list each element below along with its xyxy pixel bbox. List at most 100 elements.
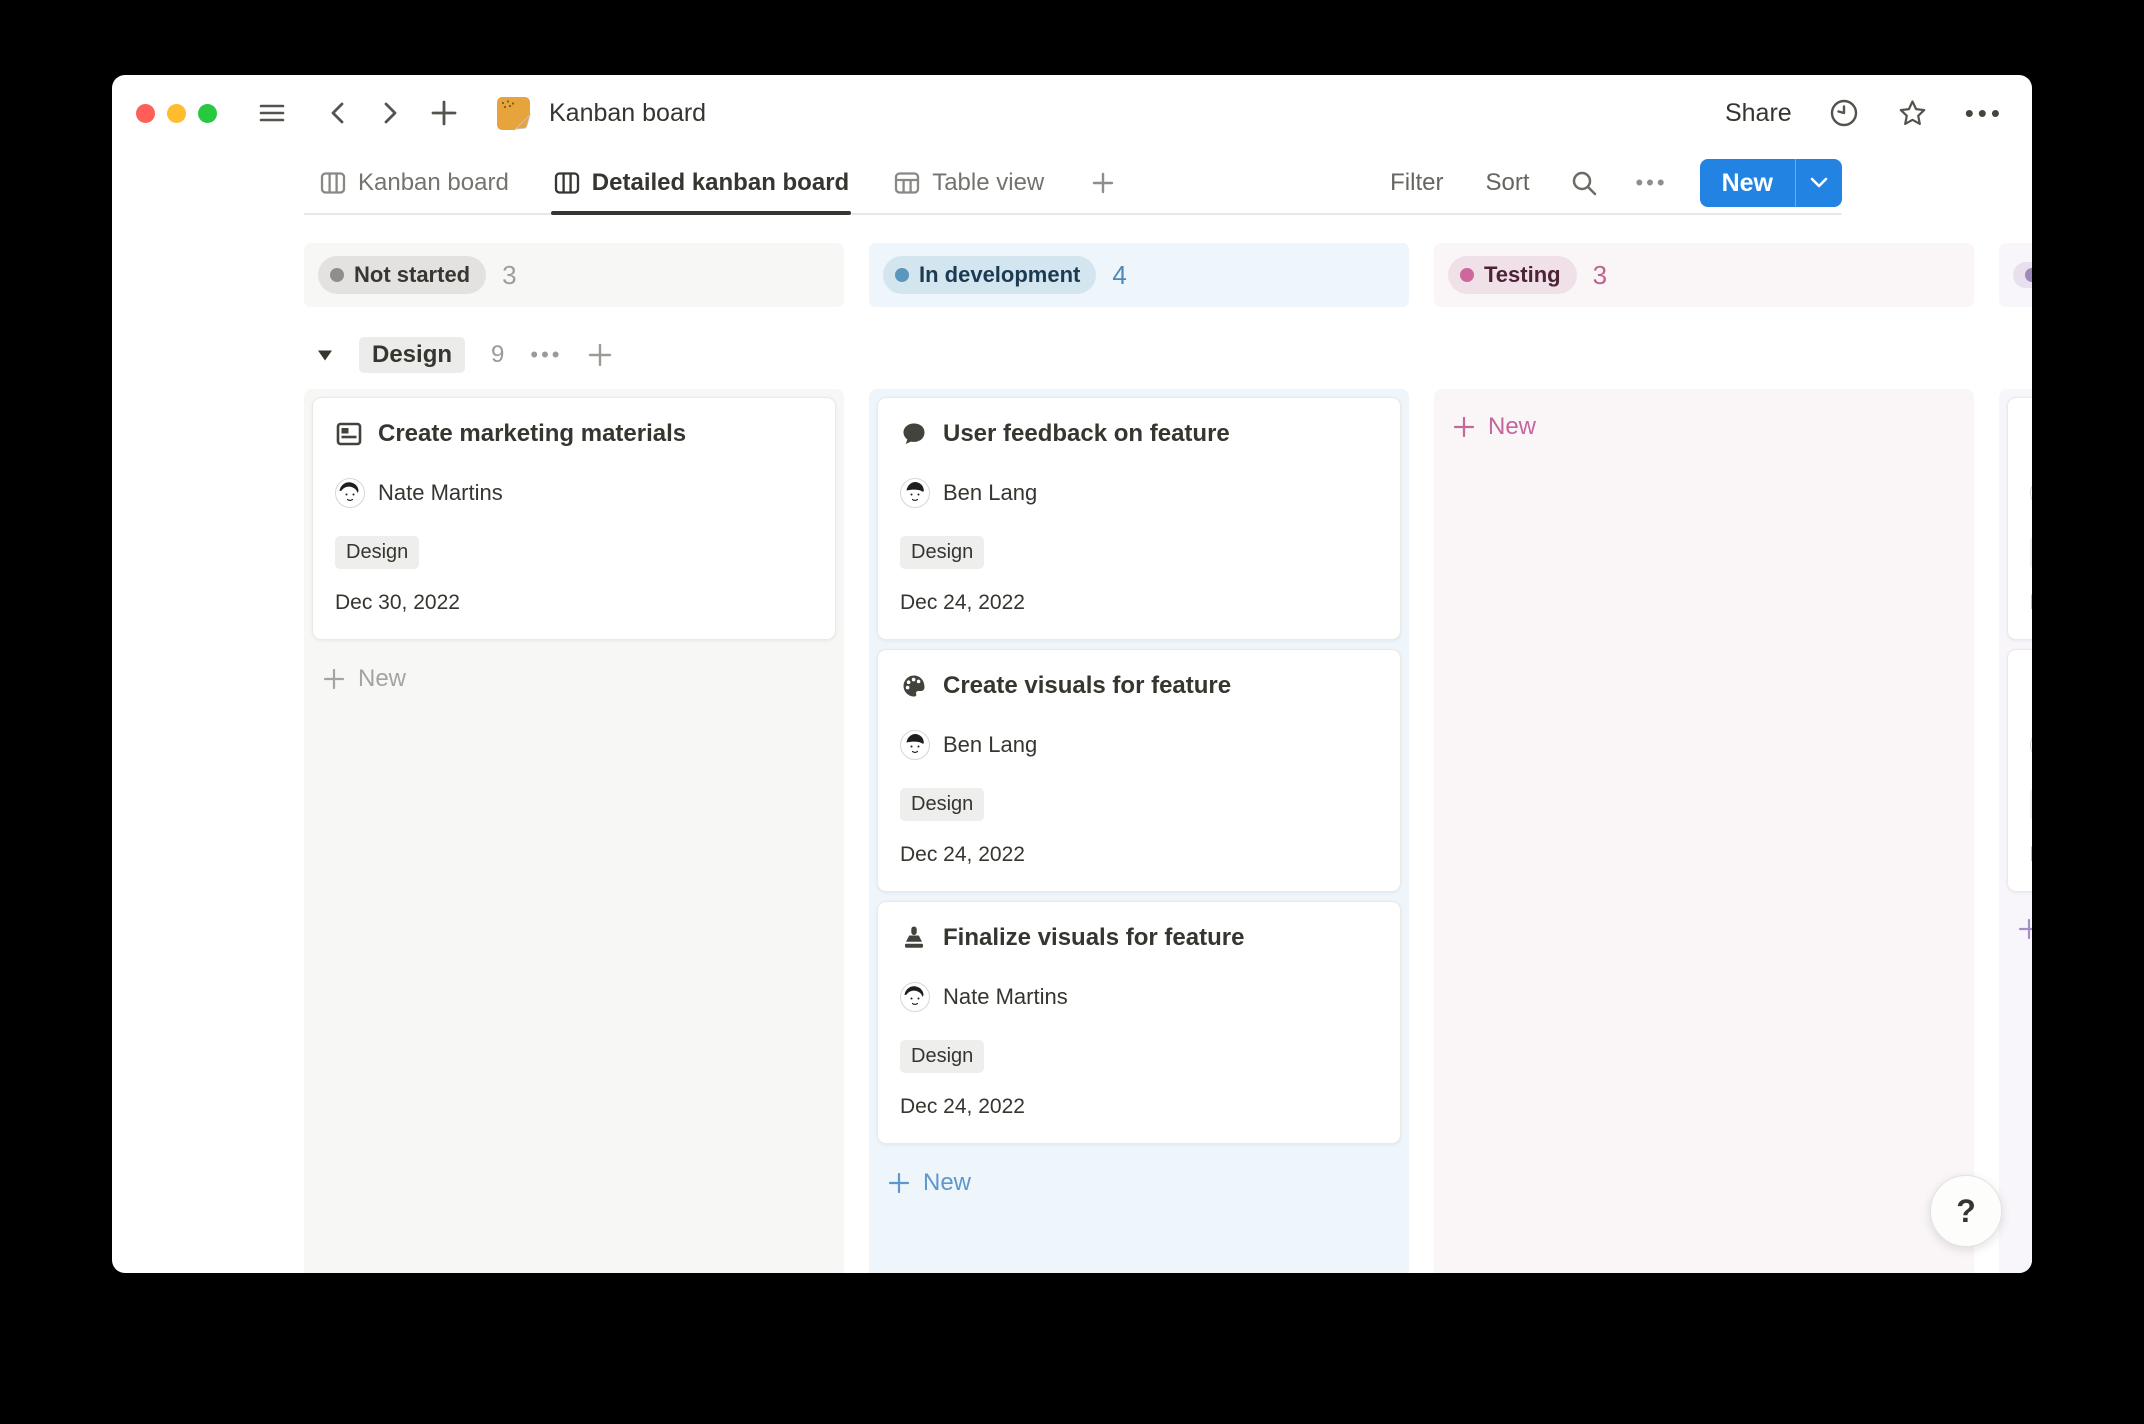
add-card-button[interactable]: New [877,1153,1401,1213]
column-header-partial [1999,243,2032,307]
frame-icon [335,420,363,448]
page-title: Kanban board [549,99,706,128]
column-header-testing: Testing 3 [1434,243,1974,307]
add-card-label: New [358,665,406,693]
view-tab-bar: Kanban board Detailed kanban board Table… [112,151,2032,215]
target-icon [2030,420,2032,448]
card-partial-1[interactable]: D D [2007,397,2032,640]
tag-design: Design [900,536,984,569]
plus-icon [887,1171,911,1195]
speech-bubble-icon [900,420,928,448]
tag-design: Design [900,788,984,821]
tab-detailed-kanban-board[interactable]: Detailed kanban board [553,151,849,215]
plus-icon [2017,917,2032,941]
palette-icon [900,672,928,700]
card-date: Dec 30, 2022 [335,591,813,615]
forward-icon[interactable] [377,98,403,128]
status-pill[interactable] [2013,262,2032,288]
column-in-development: User feedback on feature Ben Lang Design… [869,389,1409,1273]
card-user-feedback-on-feature[interactable]: User feedback on feature Ben Lang Design… [877,397,1401,640]
table-view-icon [893,169,921,197]
status-pill[interactable]: Not started [318,256,486,294]
card-date: Dec 24, 2022 [900,591,1378,615]
tab-label: Detailed kanban board [592,169,849,197]
assignee-name: Nate Martins [378,480,503,506]
view-options-icon[interactable]: ••• [1635,170,1667,196]
group-header-design: Design 9 ••• [317,337,2032,373]
clock-icon[interactable] [1828,97,1860,129]
add-view-icon[interactable] [1090,170,1116,196]
group-options-icon[interactable]: ••• [530,342,562,368]
column-count: 4 [1112,260,1126,291]
add-card-button[interactable] [2007,901,2032,957]
notion-window: Kanban board Share ••• Kanban board Deta… [112,75,2032,1273]
card-title: Create marketing materials [378,420,686,448]
add-card-button[interactable]: New [312,649,836,709]
card-date: Dec 24, 2022 [900,1095,1378,1119]
assignee-name: Ben Lang [943,732,1037,758]
paintbrush-icon [900,924,928,952]
add-card-button[interactable]: New [1442,397,1966,457]
group-add-icon[interactable] [586,341,614,369]
card-partial-2[interactable]: D D [2007,649,2032,892]
tab-table-view[interactable]: Table view [893,151,1044,215]
card-title: User feedback on feature [943,420,1230,448]
star-icon[interactable] [1896,97,1929,130]
plus-icon [1452,415,1476,439]
tab-label: Table view [932,169,1044,197]
group-name[interactable]: Design [359,337,465,373]
column-header-in-development: In development 4 [869,243,1409,307]
columns-row: Create marketing materials Nate Martins … [304,389,2032,1273]
assignee-name: Ben Lang [943,480,1037,506]
status-dot [895,268,909,282]
column-count: 3 [1593,260,1607,291]
minimize-window-button[interactable] [167,104,186,123]
card-title: Finalize visuals for feature [943,924,1244,952]
card-create-visuals-for-feature[interactable]: Create visuals for feature Ben Lang Desi… [877,649,1401,892]
hamburger-icon[interactable] [257,98,287,128]
status-pill[interactable]: In development [883,256,1096,294]
status-header-row: Not started 3 In development 4 Testing 3 [304,243,2032,307]
board-view-icon [553,169,581,197]
status-dot [2025,268,2032,282]
avatar-ben-lang [900,730,930,760]
page-icon [495,94,533,132]
card-title: Create visuals for feature [943,672,1231,700]
sort-button[interactable]: Sort [1485,169,1529,197]
share-button[interactable]: Share [1725,99,1792,128]
close-window-button[interactable] [136,104,155,123]
zoom-window-button[interactable] [198,104,217,123]
help-button[interactable]: ? [1930,1175,2002,1247]
new-page-icon[interactable] [429,98,459,128]
collapse-triangle-icon[interactable] [317,349,333,362]
back-icon[interactable] [325,98,351,128]
tab-kanban-board[interactable]: Kanban board [319,151,509,215]
new-button[interactable]: New [1700,159,1842,207]
column-not-started: Create marketing materials Nate Martins … [304,389,844,1273]
chevron-down-icon[interactable] [1795,159,1842,207]
tag-design: Design [900,1040,984,1073]
column-count: 3 [502,260,516,291]
card-create-marketing-materials[interactable]: Create marketing materials Nate Martins … [312,397,836,640]
card-date: D [2030,843,2032,867]
traffic-lights [136,104,217,123]
card-date: D [2030,591,2032,615]
avatar-ben-lang [900,478,930,508]
group-count: 9 [491,341,504,369]
search-icon[interactable] [1569,168,1599,198]
status-dot [1460,268,1474,282]
title-bar: Kanban board Share ••• [112,75,2032,151]
add-card-label: New [923,1169,971,1197]
tag-partial: D [2030,536,2032,569]
card-finalize-visuals-for-feature[interactable]: Finalize visuals for feature Nate Martin… [877,901,1401,1144]
tag-design: Design [335,536,419,569]
filter-button[interactable]: Filter [1390,169,1443,197]
add-card-label: New [1488,413,1536,441]
plus-icon [322,667,346,691]
status-pill[interactable]: Testing [1448,256,1577,294]
avatar-bearded-man [2030,730,2032,760]
kanban-board: Not started 3 In development 4 Testing 3 [112,215,2032,1273]
avatar-nate-martins [335,478,365,508]
more-icon[interactable]: ••• [1965,98,2004,129]
card-date: Dec 24, 2022 [900,843,1378,867]
